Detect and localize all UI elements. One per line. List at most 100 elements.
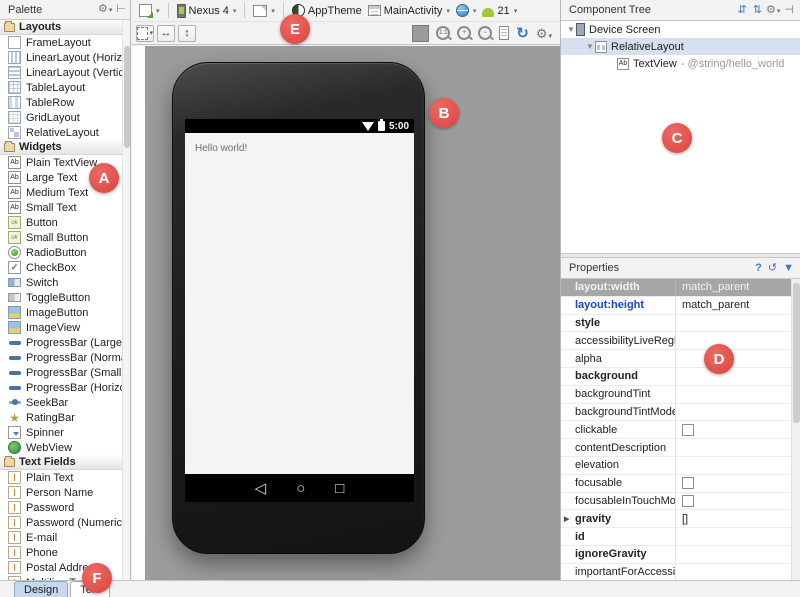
palette-item-spinner[interactable]: Spinner [0, 425, 122, 440]
palette-item-small-button[interactable]: Small Button [0, 230, 122, 245]
tab-design[interactable]: Design [14, 581, 68, 597]
expand-arrow-icon[interactable]: ▶ [564, 515, 569, 523]
palette-gear-icon[interactable]: ⚙▾ [98, 4, 112, 15]
property-row-elevation[interactable]: elevation [561, 457, 800, 475]
palette-category-layouts[interactable]: Layouts [0, 20, 122, 35]
property-row-gravity[interactable]: ▶gravity[] [561, 510, 800, 528]
palette-category-widgets[interactable]: Widgets [0, 140, 122, 155]
palette-item-webview[interactable]: WebView [0, 440, 122, 455]
reset-icon[interactable]: ↺ [768, 263, 777, 274]
palette-minimize-icon[interactable]: ⊢ [116, 4, 126, 15]
property-value[interactable] [676, 350, 800, 367]
property-row-importantforaccessibility[interactable]: importantForAccessibility [561, 564, 800, 580]
palette-item-linearlayout-horizontal[interactable]: LinearLayout (Horizontal) [0, 50, 122, 65]
property-checkbox[interactable] [682, 424, 694, 436]
property-value[interactable] [676, 564, 800, 580]
palette-item-tablerow[interactable]: TableRow [0, 95, 122, 110]
palette-item-button[interactable]: Button [0, 215, 122, 230]
chevron-down-icon[interactable]: ▼ [585, 42, 595, 51]
help-icon[interactable]: ? [755, 263, 762, 274]
property-value[interactable] [676, 315, 800, 332]
property-value[interactable] [676, 439, 800, 456]
tree-node-relativelayout[interactable]: ▼ RelativeLayout [561, 38, 800, 55]
configuration-button[interactable]: ▾ [136, 1, 163, 21]
palette-item-progressbar-large[interactable]: ProgressBar (Large) [0, 335, 122, 350]
palette-item-seekbar[interactable]: SeekBar [0, 395, 122, 410]
property-value[interactable] [676, 475, 800, 492]
property-value[interactable] [676, 421, 800, 438]
palette-item-small-text[interactable]: Small Text [0, 200, 122, 215]
palette-item-ratingbar[interactable]: RatingBar [0, 410, 122, 425]
tree-node-textview[interactable]: TextView - @string/hello_world [561, 55, 800, 72]
palette-item-progressbar-horizontal[interactable]: ProgressBar (Horizontal) [0, 380, 122, 395]
filter-icon[interactable]: ▼ [783, 263, 794, 274]
palette-item-switch[interactable]: Switch [0, 275, 122, 290]
palette-item-radiobutton[interactable]: RadioButton [0, 245, 122, 260]
property-row-focusableintouchmode[interactable]: focusableInTouchMode [561, 493, 800, 511]
properties-scrollbar[interactable] [791, 279, 800, 580]
api-version-selector[interactable]: 21▾ [479, 1, 520, 21]
layout-preview-content[interactable]: Hello world! [185, 133, 414, 474]
property-value[interactable] [676, 493, 800, 510]
palette-item-imageview[interactable]: ImageView [0, 320, 122, 335]
property-row-layout-height[interactable]: layout:heightmatch_parent [561, 297, 800, 315]
property-row-ignoregravity[interactable]: ignoreGravity [561, 546, 800, 564]
palette-scrollbar[interactable] [122, 20, 130, 580]
property-row-layout-width[interactable]: layout:widthmatch_parent [561, 279, 800, 297]
property-row-backgroundtint[interactable]: backgroundTint [561, 386, 800, 404]
tree-node-device-screen[interactable]: ▼ Device Screen [561, 21, 800, 38]
palette-scrollbar-thumb[interactable] [124, 46, 130, 148]
device-screen-preview[interactable]: 5:00 Hello world! ◁ ○ □ [185, 119, 414, 502]
palette-item-phone[interactable]: Phone [0, 545, 122, 560]
palette-item-gridlayout[interactable]: GridLayout [0, 110, 122, 125]
zoom-in-button[interactable]: + [457, 26, 471, 40]
palette-item-person-name[interactable]: Person Name [0, 485, 122, 500]
property-row-id[interactable]: id [561, 528, 800, 546]
chevron-down-icon[interactable]: ▼ [566, 25, 576, 34]
match-width-button[interactable]: ↔ [157, 25, 175, 42]
property-row-accessibilityliveregion[interactable]: accessibilityLiveRegion [561, 332, 800, 350]
palette-item-progressbar-normal[interactable]: ProgressBar (Normal) [0, 350, 122, 365]
palette-category-text-fields[interactable]: Text Fields [0, 455, 122, 470]
property-row-style[interactable]: style [561, 315, 800, 333]
property-row-contentdescription[interactable]: contentDescription [561, 439, 800, 457]
palette-item-password[interactable]: Password [0, 500, 122, 515]
zoom-fit-button[interactable]: ▾ [136, 25, 154, 42]
palette-item-imagebutton[interactable]: ImageButton [0, 305, 122, 320]
property-value[interactable] [676, 386, 800, 403]
zoom-actual-button[interactable]: 1:1 [436, 26, 450, 40]
property-value[interactable] [676, 546, 800, 563]
match-height-button[interactable]: ↕ [178, 25, 196, 42]
property-value[interactable] [676, 332, 800, 349]
property-value[interactable]: match_parent [676, 297, 800, 314]
property-row-backgroundtintmode[interactable]: backgroundTintMode [561, 404, 800, 422]
property-checkbox[interactable] [682, 495, 694, 507]
property-value[interactable] [676, 528, 800, 545]
palette-item-checkbox[interactable]: CheckBox [0, 260, 122, 275]
preview-file-icon[interactable] [499, 26, 509, 40]
hello-world-textview[interactable]: Hello world! [195, 143, 247, 154]
property-checkbox[interactable] [682, 477, 694, 489]
tree-gear-icon[interactable]: ⚙▾ [766, 5, 780, 16]
property-value[interactable] [676, 457, 800, 474]
locale-selector[interactable]: ▾ [453, 1, 480, 21]
palette-item-progressbar-small[interactable]: ProgressBar (Small) [0, 365, 122, 380]
device-selector[interactable]: Nexus 4▾ [174, 1, 240, 21]
expand-all-icon[interactable]: ⇵ [738, 5, 747, 16]
toolbar-gear-icon[interactable]: ⚙▾ [536, 27, 552, 40]
refresh-icon[interactable]: ↻ [516, 26, 529, 41]
palette-item-relativelayout[interactable]: RelativeLayout [0, 125, 122, 140]
property-value[interactable] [676, 404, 800, 421]
property-value[interactable]: [] [676, 510, 800, 527]
design-canvas[interactable]: 5:00 Hello world! ◁ ○ □ [132, 46, 560, 580]
properties-scrollbar-thumb[interactable] [793, 283, 800, 423]
property-row-alpha[interactable]: alpha [561, 350, 800, 368]
tree-minimize-icon[interactable]: ⊣ [784, 5, 794, 16]
property-row-focusable[interactable]: focusable [561, 475, 800, 493]
property-value[interactable] [676, 368, 800, 385]
palette-item-password-numeric[interactable]: Password (Numeric) [0, 515, 122, 530]
palette-item-togglebutton[interactable]: ToggleButton [0, 290, 122, 305]
property-value[interactable]: match_parent [676, 279, 800, 296]
zoom-out-button[interactable]: − [478, 26, 492, 40]
property-row-clickable[interactable]: clickable [561, 421, 800, 439]
